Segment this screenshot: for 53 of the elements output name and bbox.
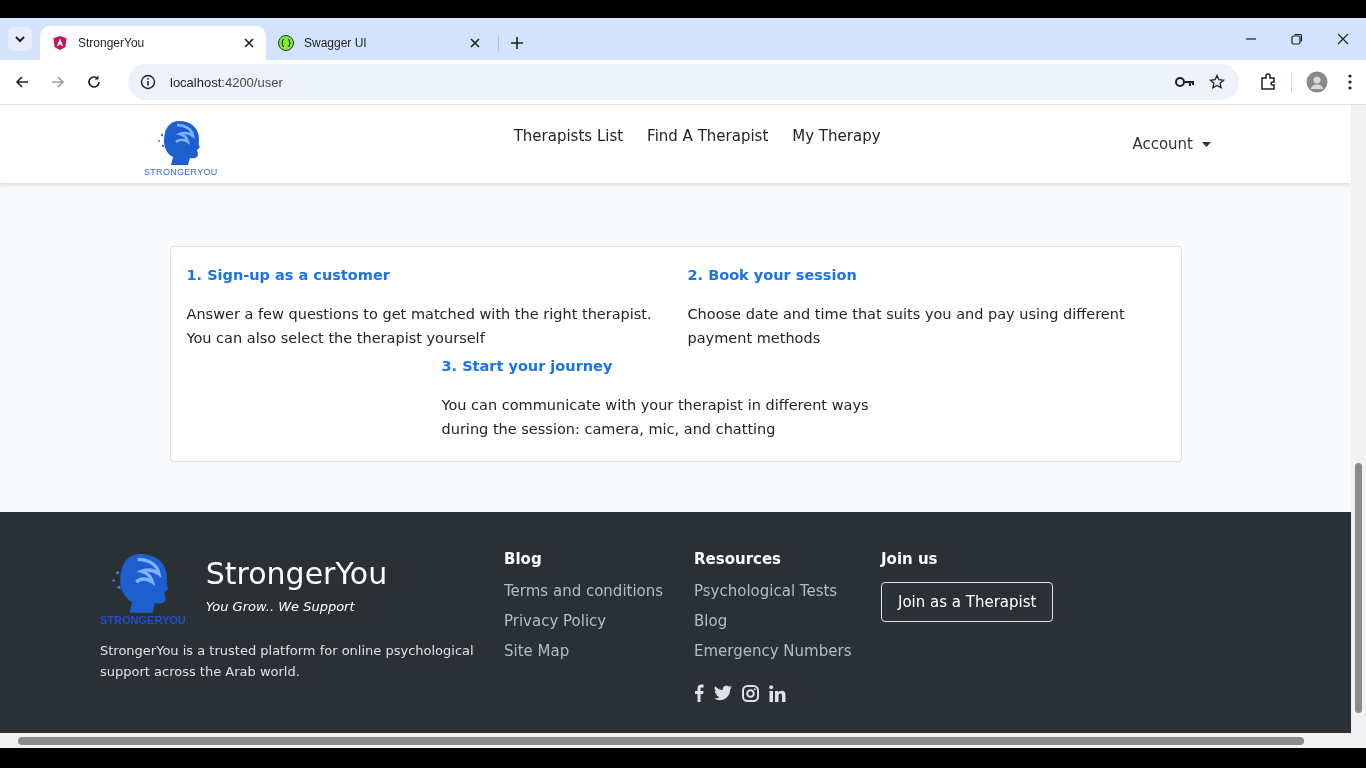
step-title: 1. Sign-up as a customer (186, 267, 391, 283)
logo-text: STRONGERYOU (100, 614, 186, 626)
logo-text: STRONGERYOU (144, 167, 218, 177)
close-icon[interactable] (1337, 33, 1349, 45)
browser-tab[interactable]: Swagger UI (266, 26, 492, 60)
column-heading: Blog (504, 550, 543, 568)
facebook-icon[interactable] (694, 684, 704, 702)
key-icon[interactable] (1175, 76, 1195, 88)
close-icon[interactable] (470, 38, 480, 48)
caret-icon (1202, 141, 1211, 147)
step-title: 3. Start your journey (441, 358, 614, 374)
instagram-icon[interactable] (742, 684, 759, 702)
browser-tab[interactable]: StrongerYou (40, 26, 266, 60)
step-title: 2. Book your session (687, 267, 858, 283)
column-heading: Resources (694, 550, 783, 568)
account-dropdown[interactable]: Account (1132, 135, 1211, 153)
step-description: You can communicate with your therapist in different ways during the session: camera, mic, and chatting (441, 396, 870, 439)
step-description: Choose date and time that suits you and pay using different payment methods (687, 305, 1126, 348)
close-icon[interactable] (244, 38, 254, 48)
footer-link[interactable]: Emergency Numbers (694, 642, 881, 660)
footer-link[interactable]: Site Map (504, 642, 694, 660)
restore-icon[interactable] (1291, 33, 1303, 45)
footer-link[interactable]: Privacy Policy (504, 612, 694, 630)
twitter-icon[interactable] (714, 685, 732, 701)
horizontal-scrollbar[interactable] (0, 733, 1366, 748)
footer-link[interactable]: Blog (694, 612, 881, 630)
column-heading: Join us (881, 550, 939, 568)
avatar-icon[interactable] (1306, 71, 1328, 93)
join-button[interactable]: Join as a Therapist (881, 582, 1054, 622)
new-tab-icon[interactable] (511, 37, 523, 49)
about-text: StrongerYou is a trusted platform for online psychological support across the Arab world. (100, 642, 475, 681)
vertical-scrollbar[interactable] (1351, 105, 1366, 733)
address-bar[interactable]: localhost:4200/user (128, 64, 1239, 100)
reload-icon[interactable] (86, 74, 102, 90)
step-description: Answer a few questions to get matched with the right therapist. You can also select the therapist yourself (186, 305, 653, 348)
nav-link[interactable]: Find A Therapist (647, 127, 769, 145)
braces-icon (278, 35, 294, 51)
linkedin-icon[interactable] (769, 684, 786, 702)
forward-icon[interactable] (50, 74, 66, 90)
back-icon[interactable] (14, 74, 30, 90)
nav-link[interactable]: Therapists List (513, 127, 624, 145)
tab-search-button[interactable] (8, 27, 32, 51)
shield-icon (52, 35, 68, 51)
info-icon[interactable] (140, 74, 156, 90)
footer-link[interactable]: Terms and conditions (504, 582, 694, 600)
chevron-down-icon (14, 35, 26, 43)
nav-link[interactable]: My Therapy (792, 127, 881, 145)
footer-link[interactable]: Psychological Tests (694, 582, 881, 600)
brand-name: StrongerYou (205, 556, 388, 591)
puzzle-icon[interactable] (1259, 73, 1277, 91)
star-icon[interactable] (1209, 74, 1225, 90)
menu-icon[interactable] (1348, 74, 1352, 90)
tagline: You Grow.. We Support (205, 599, 356, 614)
